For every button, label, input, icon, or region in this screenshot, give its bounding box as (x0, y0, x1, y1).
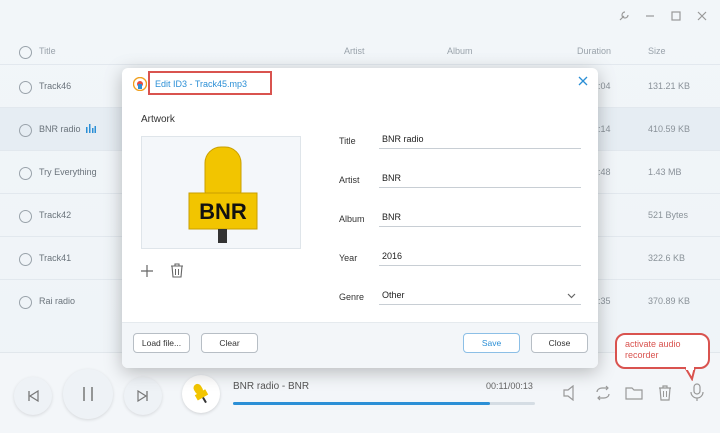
row-radio[interactable] (19, 210, 32, 223)
dialog-footer (122, 322, 598, 368)
add-artwork-icon[interactable] (140, 264, 154, 280)
maximize-button[interactable] (668, 8, 684, 24)
artwork-image: BNR (141, 136, 301, 249)
previous-button[interactable] (14, 377, 52, 415)
row-duration: :04 (598, 81, 611, 91)
row-size: 410.59 KB (648, 124, 691, 134)
callout-pointer (683, 367, 697, 381)
row-radio[interactable] (19, 81, 32, 94)
close-window-button[interactable] (694, 8, 710, 24)
playing-bars-icon (86, 124, 96, 135)
row-radio[interactable] (19, 253, 32, 266)
trash-icon[interactable] (657, 384, 673, 403)
edit-id3-dialog: Edit ID3 - Track45.mp3 Artwork BNR Title… (122, 68, 598, 368)
select-all-radio[interactable] (19, 46, 32, 59)
close-button[interactable]: Close (531, 333, 588, 353)
row-size: 370.89 KB (648, 296, 691, 306)
next-button[interactable] (124, 377, 162, 415)
genre-label: Genre (339, 292, 365, 302)
row-title: Rai radio (39, 296, 76, 306)
folder-icon[interactable] (625, 385, 643, 403)
row-radio[interactable] (19, 167, 32, 180)
delete-artwork-icon[interactable] (170, 263, 184, 280)
row-title: Try Everything (39, 167, 97, 177)
minimize-button[interactable] (642, 8, 658, 24)
list-header: Title Artist Album Duration Size (0, 40, 720, 64)
col-size[interactable]: Size (648, 46, 666, 56)
artwork-label: Artwork (141, 114, 175, 125)
save-button[interactable]: Save (463, 333, 520, 353)
load-file-button[interactable]: Load file... (133, 333, 190, 353)
clear-button[interactable]: Clear (201, 333, 258, 353)
row-duration: :48 (598, 167, 611, 177)
year-label: Year (339, 253, 358, 263)
row-title: BNR radio (39, 124, 81, 134)
col-artist[interactable]: Artist (344, 46, 365, 56)
title-field[interactable]: BNR radio (379, 131, 581, 149)
callout-annotation: activate audio recorder (615, 333, 710, 369)
artist-field[interactable]: BNR (379, 170, 581, 188)
row-size: 521 Bytes (648, 210, 689, 220)
album-label: Album (339, 214, 365, 224)
row-duration: :35 (598, 296, 611, 306)
genre-select[interactable]: Other (379, 287, 581, 305)
row-size: 131.21 KB (648, 81, 691, 91)
repeat-icon[interactable] (594, 385, 612, 403)
col-duration[interactable]: Duration (577, 46, 611, 56)
artist-label: Artist (339, 175, 360, 185)
year-field[interactable]: 2016 (379, 248, 581, 266)
col-title[interactable]: Title (39, 46, 56, 56)
volume-icon[interactable] (562, 384, 580, 403)
title-label: Title (339, 136, 356, 146)
row-size: 1.43 MB (648, 167, 682, 177)
row-radio[interactable] (19, 296, 32, 309)
row-title: Track41 (39, 253, 72, 263)
now-playing-artwork (182, 375, 220, 413)
dialog-close-icon[interactable] (578, 76, 588, 88)
artwork-text: BNR (199, 199, 247, 224)
pause-button[interactable] (63, 369, 113, 419)
app-logo-icon (132, 76, 148, 93)
row-radio[interactable] (19, 124, 32, 137)
row-title: Track42 (39, 210, 72, 220)
chevron-down-icon (567, 291, 576, 301)
app-window: Title Artist Album Duration Size Track46… (0, 0, 720, 433)
col-album[interactable]: Album (447, 46, 473, 56)
now-playing-title: BNR radio - BNR (233, 381, 310, 392)
title-bar (616, 8, 710, 24)
wrench-icon[interactable] (616, 8, 632, 24)
row-title: Track46 (39, 81, 72, 91)
row-duration: :14 (598, 124, 611, 134)
dialog-title: Edit ID3 - Track45.mp3 (155, 79, 248, 89)
playback-time: 00:11/00:13 (486, 381, 533, 391)
album-field[interactable]: BNR (379, 209, 581, 227)
progress-track[interactable] (233, 402, 535, 405)
microphone-icon[interactable] (690, 383, 704, 404)
row-size: 322.6 KB (648, 253, 686, 263)
progress-fill (233, 402, 490, 405)
genre-value: Other (382, 290, 405, 300)
